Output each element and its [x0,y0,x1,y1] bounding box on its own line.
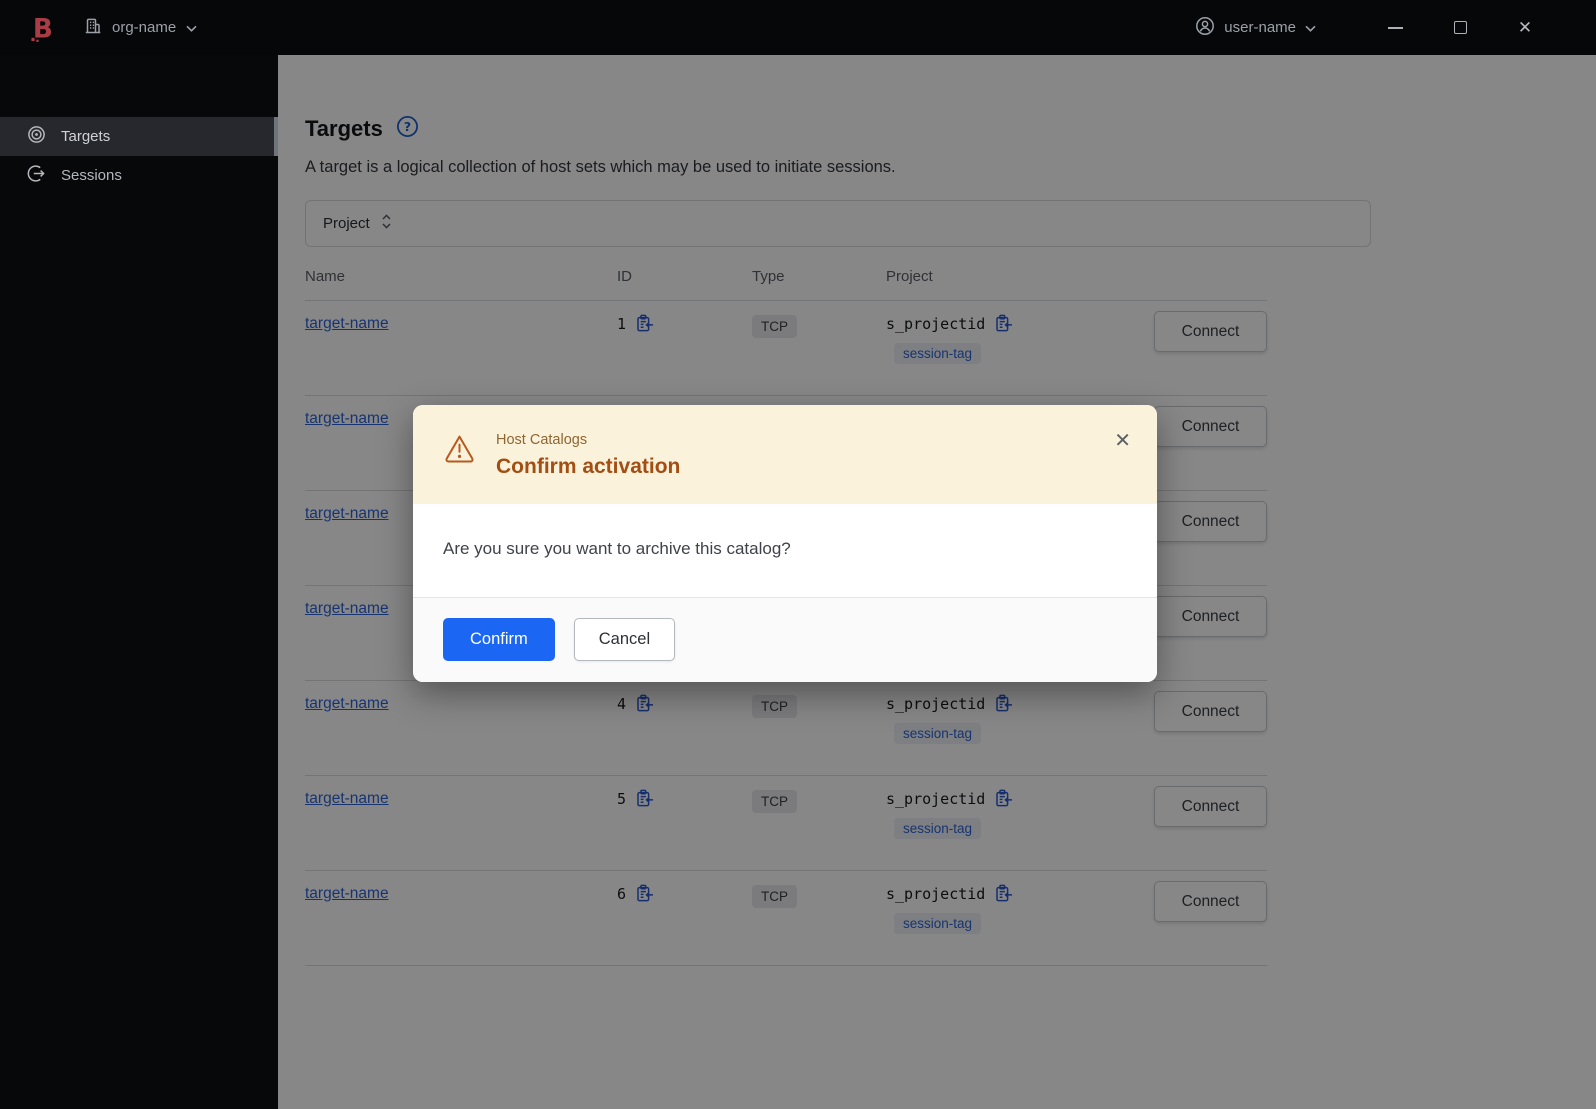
sidebar-item-sessions[interactable]: Sessions [0,156,278,195]
sidebar-item-targets[interactable]: Targets [0,117,278,156]
minimize-icon[interactable] [1386,19,1404,37]
dialog-context-label: Host Catalogs [496,432,588,448]
sidebar-item-label: Sessions [61,167,122,184]
dialog-footer: Confirm Cancel [413,597,1157,682]
target-icon [27,125,46,148]
confirm-dialog: Host Catalogs Confirm activation ✕ Are y… [413,405,1157,682]
maximize-icon[interactable] [1451,19,1469,37]
dialog-close-icon[interactable]: ✕ [1114,431,1131,451]
chevron-down-icon [186,19,197,36]
user-icon [1195,16,1215,40]
boundary-logo-icon: B [30,13,60,43]
close-icon[interactable]: ✕ [1516,19,1534,37]
org-name-label: org-name [112,19,177,36]
warning-icon [443,432,476,479]
user-name-label: user-name [1224,19,1296,36]
sessions-icon [27,164,46,187]
dialog-title: Confirm activation [496,455,681,478]
dialog-header: Host Catalogs Confirm activation ✕ [413,405,1157,504]
sidebar: Targets Sessions [0,55,278,1109]
org-switcher[interactable]: org-name [84,17,197,39]
user-menu[interactable]: user-name [1195,16,1316,40]
svg-text:B: B [33,14,53,43]
dialog-message: Are you sure you want to archive this ca… [443,539,791,558]
org-icon [84,17,102,39]
chevron-down-icon [1305,19,1316,36]
cancel-button[interactable]: Cancel [573,618,676,661]
confirm-button[interactable]: Confirm [443,618,555,661]
titlebar: B org-name user-name ✕ [0,0,1596,55]
sidebar-item-label: Targets [61,128,111,145]
boundary-app-window: B org-name user-name ✕ Targets Sessions … [0,0,1596,1109]
